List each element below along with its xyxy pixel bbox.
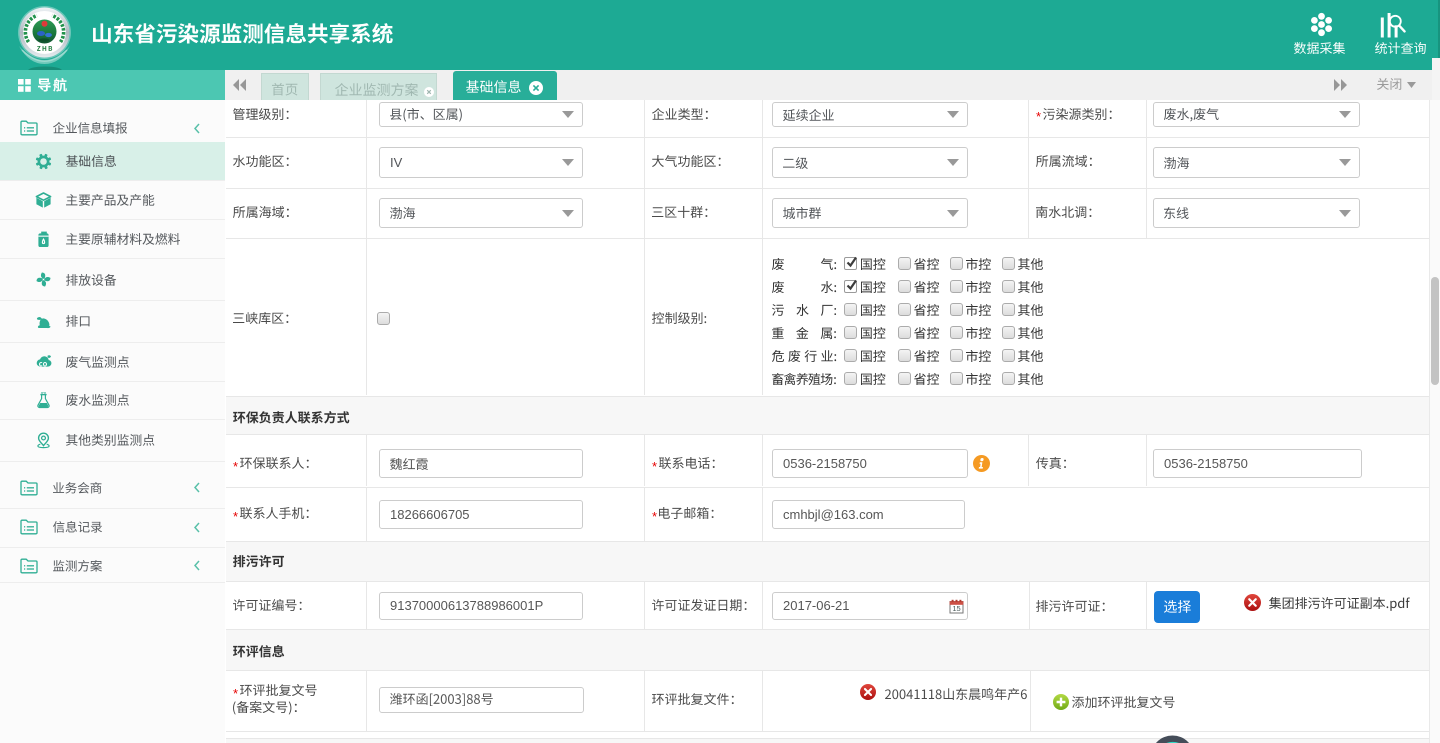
svg-text:15: 15	[952, 604, 960, 613]
